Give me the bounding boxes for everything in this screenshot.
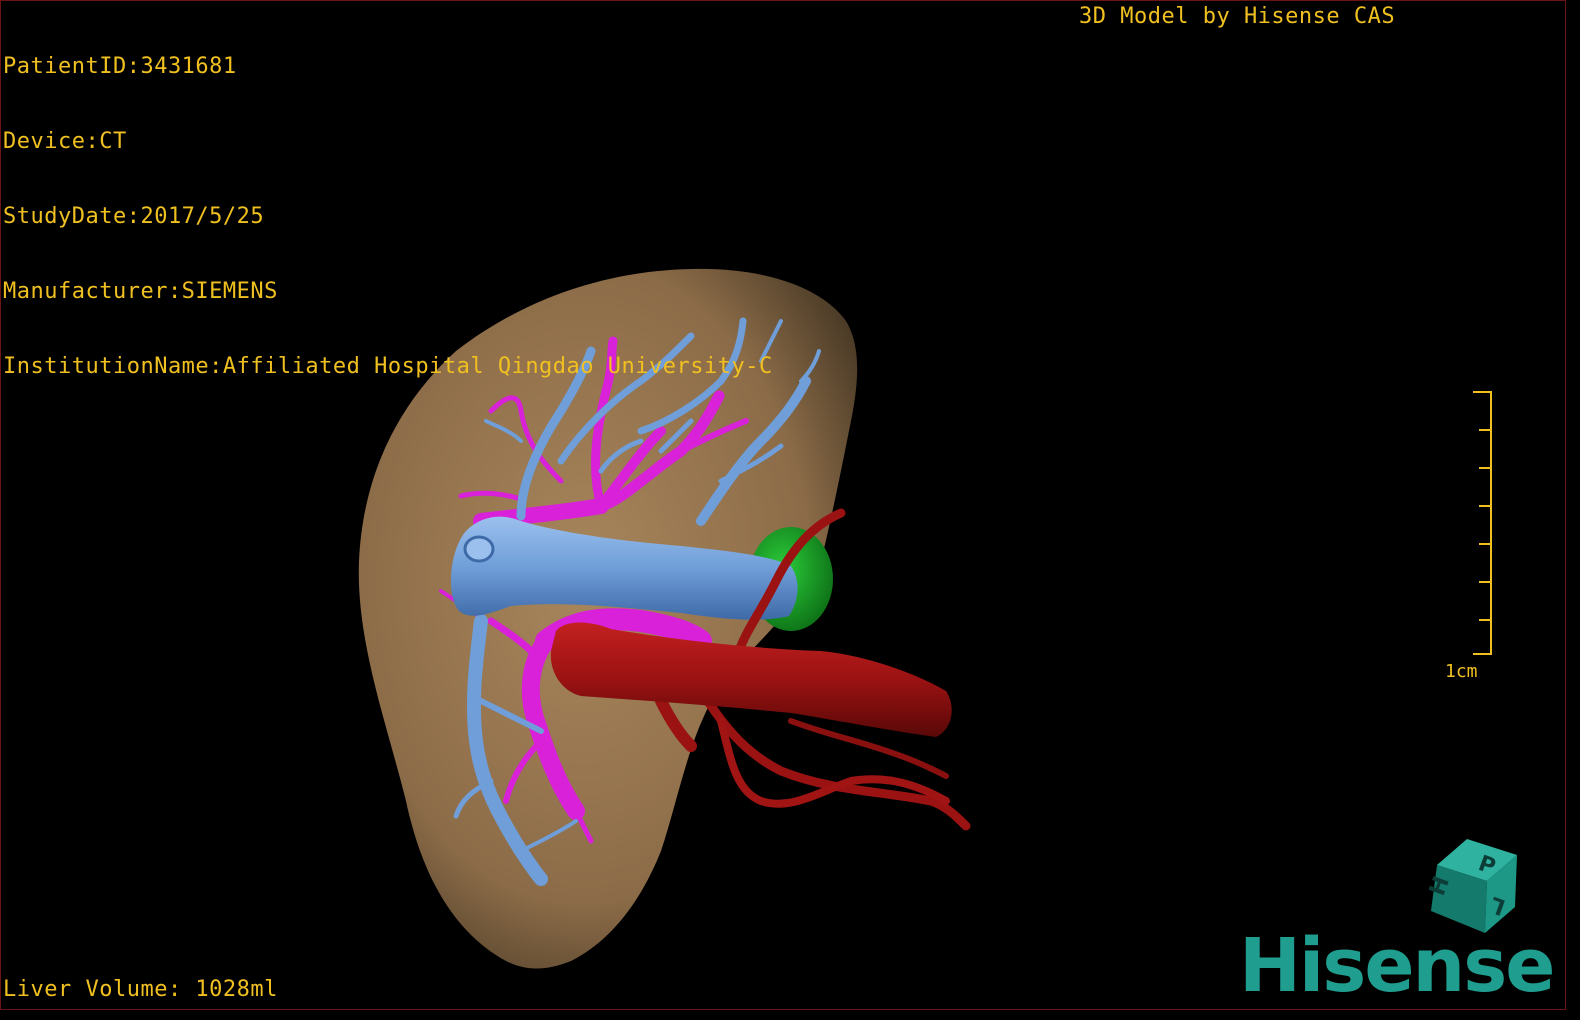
study-date: StudyDate:2017/5/25 xyxy=(3,204,265,229)
liver-volume: Liver Volume: 1028ml xyxy=(3,977,278,1002)
patient-id: PatientID:3431681 xyxy=(3,54,237,79)
scale-bar xyxy=(1473,391,1492,655)
institution-name: InstitutionName:Affiliated Hospital Qing… xyxy=(3,354,773,379)
manufacturer: Manufacturer:SIEMENS xyxy=(3,279,278,304)
model-credit: 3D Model by Hisense CAS xyxy=(1079,4,1396,29)
portal-vein-opening xyxy=(463,535,495,563)
3d-viewport[interactable]: PatientID:3431681 Device:CT StudyDate:20… xyxy=(0,0,1566,1010)
scale-label: 1cm xyxy=(1445,661,1478,682)
device: Device:CT xyxy=(3,129,127,154)
dicom-info-block: PatientID:3431681 Device:CT StudyDate:20… xyxy=(3,4,773,429)
hisense-logo: Hisense xyxy=(1239,923,1555,1009)
